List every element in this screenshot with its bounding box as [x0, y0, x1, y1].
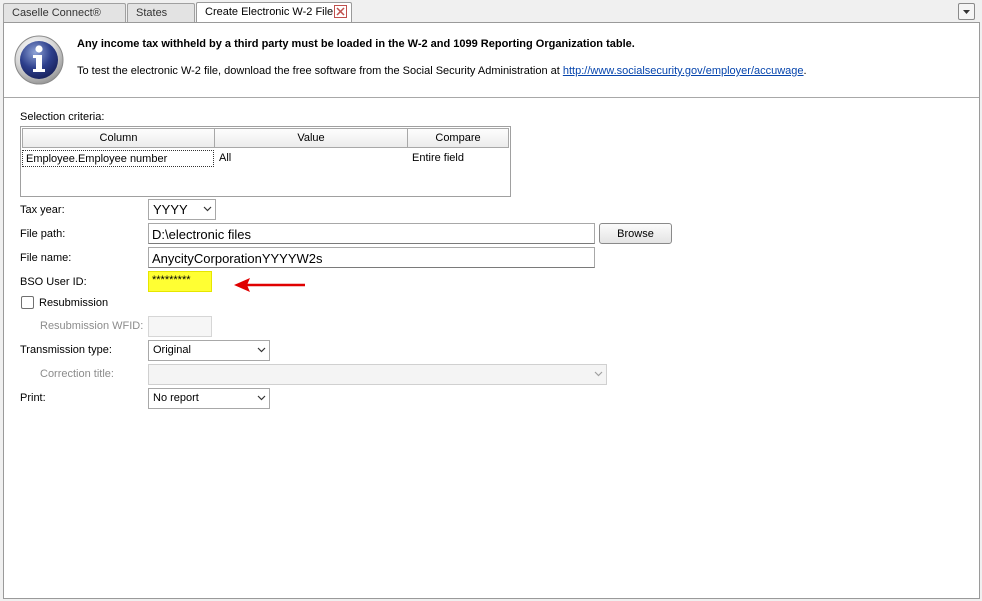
bso-user-id-input[interactable]: *********	[148, 271, 212, 292]
transmission-type-value: Original	[153, 344, 191, 356]
tab-label: Caselle Connect®	[12, 7, 101, 19]
info-text-before: To test the electronic W-2 file, downloa…	[77, 65, 563, 77]
resubmission-wfid-label: Resubmission WFID:	[40, 320, 144, 332]
transmission-type-select[interactable]: Original	[148, 340, 270, 361]
column-header-column[interactable]: Column	[22, 128, 215, 148]
info-icon	[14, 35, 64, 85]
browse-button[interactable]: Browse	[599, 223, 672, 244]
arrow-left-icon	[234, 278, 305, 292]
chevron-down-icon	[257, 347, 266, 353]
file-name-input[interactable]: AnycityCorporationYYYYW2s	[148, 247, 595, 268]
accuwage-link[interactable]: http://www.socialsecurity.gov/employer/a…	[563, 65, 804, 77]
info-text: To test the electronic W-2 file, downloa…	[77, 65, 807, 77]
resubmission-wfid-input[interactable]	[148, 316, 212, 337]
info-text-after: .	[803, 65, 807, 77]
chevron-down-icon	[594, 371, 603, 377]
chevron-down-icon	[203, 206, 212, 212]
bso-user-id-label: BSO User ID:	[20, 276, 87, 288]
tax-year-value: YYYY	[153, 202, 188, 217]
file-name-label: File name:	[20, 252, 72, 264]
tab-bar: Caselle Connect® States Create Electroni…	[0, 0, 982, 23]
file-path-input[interactable]: D:\electronic files	[148, 223, 595, 244]
transmission-type-label: Transmission type:	[20, 344, 112, 356]
chevron-down-icon	[257, 395, 266, 401]
tab-caselle-connect[interactable]: Caselle Connect®	[3, 3, 126, 23]
grid-cell-compare[interactable]: Entire field	[409, 150, 507, 167]
info-banner: Any income tax withheld by a third party…	[4, 23, 979, 98]
print-label: Print:	[20, 392, 46, 404]
correction-title-select[interactable]	[148, 364, 607, 385]
selection-criteria-label: Selection criteria:	[20, 111, 105, 123]
tax-year-select[interactable]: YYYY	[148, 199, 216, 220]
tax-year-label: Tax year:	[20, 204, 65, 216]
info-headline: Any income tax withheld by a third party…	[77, 38, 635, 50]
file-path-label: File path:	[20, 228, 66, 240]
tab-create-electronic-w2-file[interactable]: Create Electronic W-2 File	[196, 2, 352, 23]
tab-states[interactable]: States	[127, 3, 195, 23]
chevron-down-icon[interactable]	[958, 3, 975, 20]
grid-cell-value[interactable]: All	[216, 150, 406, 167]
resubmission-checkbox[interactable]	[21, 296, 34, 309]
tab-label: Create Electronic W-2 File	[205, 6, 334, 18]
grid-cell-column[interactable]: Employee.Employee number	[22, 150, 214, 167]
main-panel: Any income tax withheld by a third party…	[3, 22, 980, 599]
column-header-value[interactable]: Value	[214, 128, 408, 148]
correction-title-label: Correction title:	[40, 368, 114, 380]
print-select[interactable]: No report	[148, 388, 270, 409]
selection-criteria-grid[interactable]: Column Value Compare Employee.Employee n…	[20, 126, 511, 197]
print-value: No report	[153, 392, 199, 404]
tab-label: States	[136, 7, 168, 19]
close-icon[interactable]	[334, 5, 347, 18]
resubmission-label[interactable]: Resubmission	[39, 297, 108, 309]
column-header-compare[interactable]: Compare	[407, 128, 509, 148]
